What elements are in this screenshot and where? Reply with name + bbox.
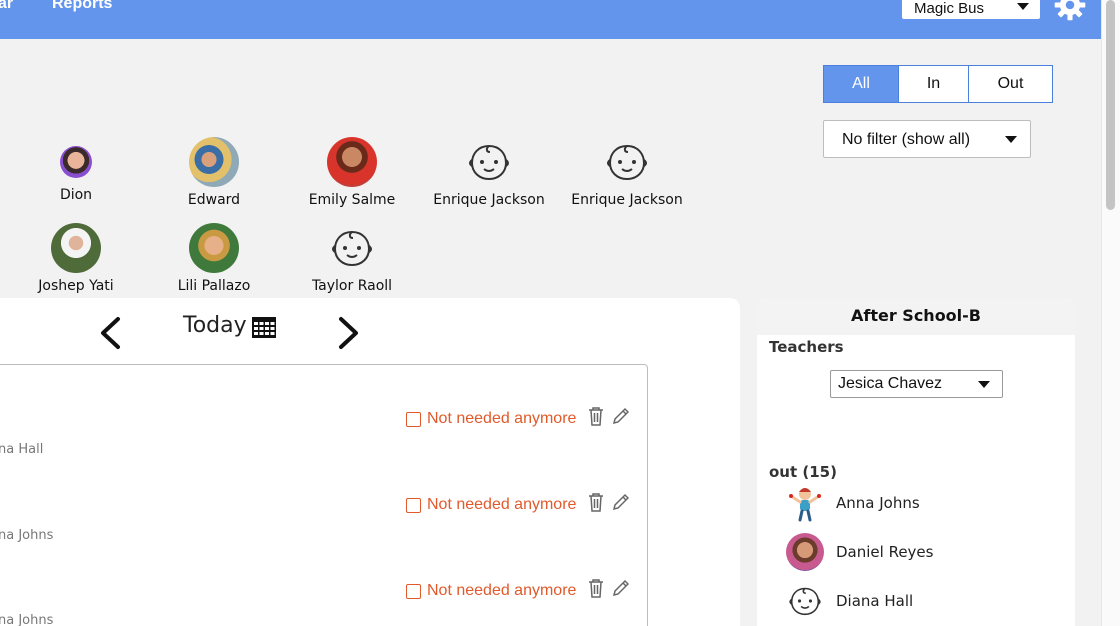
- nav-item-calendar[interactable]: ar: [0, 0, 13, 13]
- kid-card-emily-salme[interactable]: Emily Salme: [282, 137, 422, 208]
- date-label[interactable]: Today: [183, 313, 247, 338]
- kid-card-joshep-yati[interactable]: Joshep Yati: [6, 223, 146, 294]
- not-needed-label: Not needed anymore: [427, 410, 577, 427]
- person-row-anna-johns[interactable]: Anna Johns: [786, 483, 920, 523]
- filter-out-button[interactable]: Out: [968, 65, 1053, 103]
- pencil-icon[interactable]: [611, 406, 629, 426]
- avatar: [51, 223, 101, 273]
- teachers-label: Teachers: [769, 338, 844, 356]
- person-row-diana-hall[interactable]: Diana Hall: [786, 581, 913, 621]
- pencil-icon[interactable]: [611, 578, 629, 598]
- kid-name: Edward: [187, 192, 241, 208]
- checkbox-icon[interactable]: [406, 411, 421, 427]
- trash-icon[interactable]: [587, 578, 605, 598]
- bus-select-value: Magic Bus: [914, 0, 985, 17]
- not-needed-label: Not needed anymore: [427, 582, 577, 599]
- row-child-name: na Hall: [0, 442, 44, 457]
- avatar: [189, 137, 239, 187]
- kid-card-taylor-raoll[interactable]: Taylor Raoll: [282, 223, 422, 294]
- calendar-icon[interactable]: [251, 315, 277, 339]
- baby-face-icon: [602, 137, 652, 187]
- row-child-name: na Johns: [0, 613, 54, 626]
- kid-card-lili-pallazo[interactable]: Lili Pallazo: [144, 223, 284, 294]
- kid-name: Joshep Yati: [38, 278, 114, 294]
- baby-face-icon: [327, 223, 377, 273]
- kid-name: Enrique Jackson: [433, 192, 545, 208]
- not-needed-checkbox[interactable]: Not needed anymore: [406, 580, 576, 602]
- chevron-left-icon[interactable]: [98, 316, 122, 350]
- person-row-daniel-reyes[interactable]: Daniel Reyes: [786, 532, 933, 572]
- classroom-title: After School-B: [757, 298, 1075, 335]
- caret-down-icon: [1017, 3, 1029, 10]
- kid-card-edward[interactable]: Edward: [144, 137, 284, 208]
- gear-icon[interactable]: [1050, 0, 1090, 22]
- status-filter-value: No filter (show all): [842, 131, 971, 148]
- status-filter-select[interactable]: No filter (show all): [823, 120, 1031, 158]
- page-scrollbar-thumb[interactable]: [1106, 0, 1115, 210]
- teacher-select-value: Jesica Chavez: [838, 375, 943, 392]
- baby-face-icon: [786, 582, 824, 620]
- trash-icon[interactable]: [587, 492, 605, 512]
- avatar: [786, 533, 824, 571]
- not-needed-checkbox[interactable]: Not needed anymore: [406, 408, 576, 430]
- kid-name: Enrique Jackson: [571, 192, 683, 208]
- baby-face-icon: [464, 137, 514, 187]
- nav-item-reports[interactable]: Reports: [52, 0, 112, 13]
- person-name: Anna Johns: [836, 494, 920, 512]
- pencil-icon[interactable]: [611, 492, 629, 512]
- kid-name: Lili Pallazo: [177, 278, 251, 294]
- cartoon-kid-avatar: [786, 484, 824, 522]
- trash-icon[interactable]: [587, 406, 605, 426]
- kid-card-enrique-jackson-2[interactable]: Enrique Jackson: [557, 137, 697, 208]
- chevron-right-icon[interactable]: [337, 316, 361, 350]
- not-needed-label: Not needed anymore: [427, 496, 577, 513]
- person-name: Diana Hall: [836, 592, 914, 610]
- out-count-label: out (15): [769, 463, 837, 481]
- person-name: Daniel Reyes: [836, 543, 934, 561]
- caret-down-icon: [1005, 136, 1017, 143]
- kid-name: Emily Salme: [308, 192, 396, 208]
- teacher-select[interactable]: Jesica Chavez: [830, 370, 1003, 398]
- checkbox-icon[interactable]: [406, 583, 421, 599]
- kid-name: Taylor Raoll: [311, 278, 393, 294]
- avatar: [60, 146, 92, 178]
- checkbox-icon[interactable]: [406, 497, 421, 513]
- avatar: [189, 223, 239, 273]
- filter-all-button[interactable]: All: [823, 65, 899, 103]
- row-child-name: na Johns: [0, 528, 54, 543]
- filter-in-button[interactable]: In: [898, 65, 969, 103]
- bus-select[interactable]: Magic Bus: [902, 0, 1040, 19]
- kid-name: Dion: [59, 187, 93, 203]
- kid-card-enrique-jackson[interactable]: Enrique Jackson: [419, 137, 559, 208]
- not-needed-checkbox[interactable]: Not needed anymore: [406, 494, 576, 516]
- caret-down-icon: [978, 381, 990, 388]
- kid-card-dion[interactable]: Dion: [6, 137, 146, 203]
- avatar: [327, 137, 377, 187]
